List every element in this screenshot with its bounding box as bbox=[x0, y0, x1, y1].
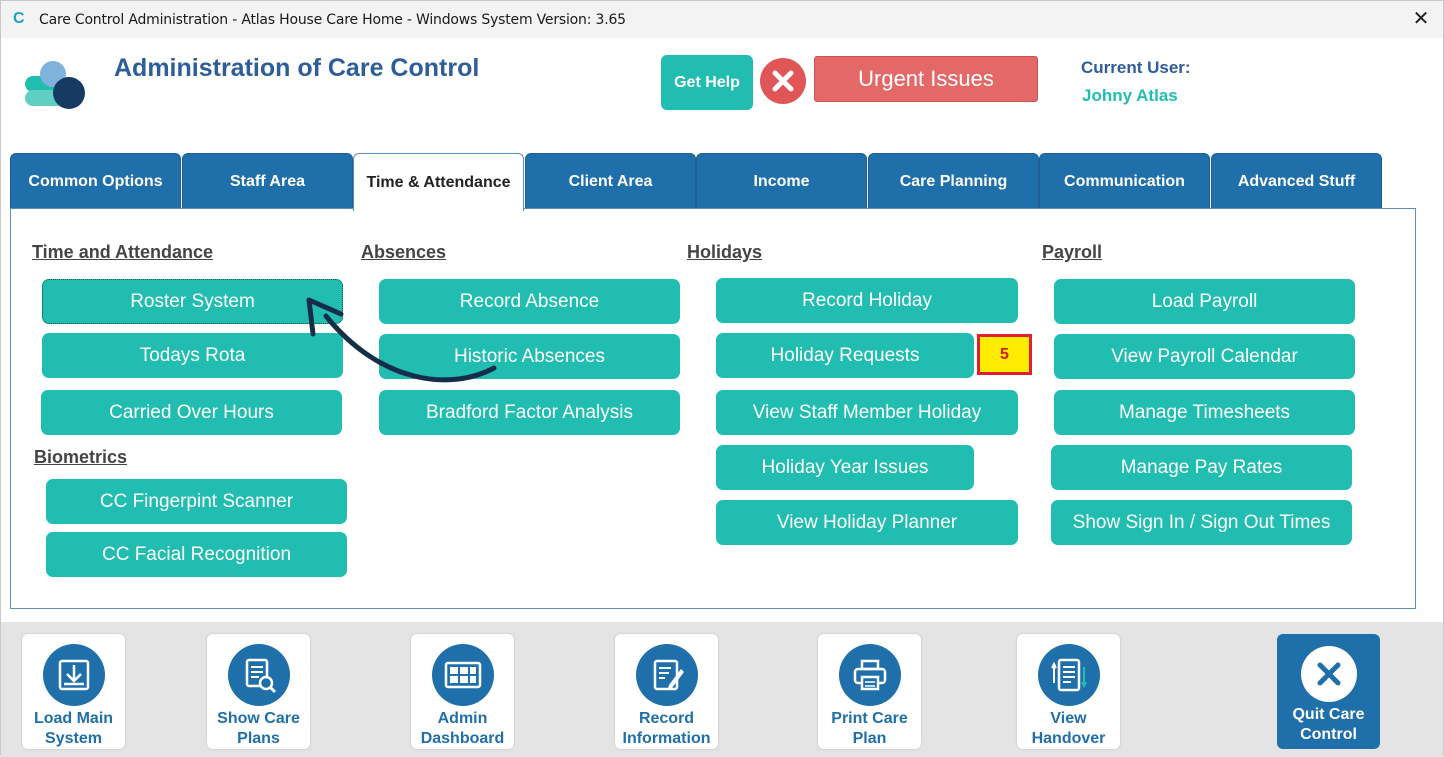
admin-dashboard-button[interactable]: Admin Dashboard bbox=[411, 634, 514, 749]
title-bar: C Care Control Administration - Atlas Ho… bbox=[1, 1, 1443, 38]
section-title-biometrics: Biometrics bbox=[34, 447, 128, 467]
tab-common-options[interactable]: Common Options bbox=[10, 153, 181, 210]
todays-rota-button[interactable]: Todays Rota bbox=[42, 333, 343, 378]
download-icon bbox=[42, 644, 105, 706]
app-logo-icon: C bbox=[13, 10, 25, 27]
care-control-logo bbox=[25, 61, 85, 109]
dashboard-icon bbox=[431, 644, 494, 706]
page-title: Administration of Care Control bbox=[114, 54, 480, 82]
footer-label-line1: Print Care bbox=[831, 710, 908, 727]
header: Administration of Care Control Get Help … bbox=[1, 38, 1443, 146]
footer-label-line1: Load Main bbox=[33, 710, 114, 727]
edit-document-icon bbox=[635, 644, 698, 706]
current-user-label: Current User: bbox=[1081, 58, 1191, 77]
section-title-absences: Absences bbox=[361, 242, 447, 262]
footer-label-line2: Information bbox=[622, 730, 711, 747]
footer-label-line2: System bbox=[45, 730, 102, 747]
app-window: C Care Control Administration - Atlas Ho… bbox=[0, 0, 1444, 757]
close-circle-icon bbox=[1300, 646, 1357, 702]
roster-system-button[interactable]: Roster System bbox=[42, 279, 343, 324]
footer-label-line2: Plans bbox=[237, 730, 280, 747]
record-holiday-button[interactable]: Record Holiday bbox=[716, 278, 1018, 323]
view-staff-holiday-button[interactable]: View Staff Member Holiday bbox=[716, 390, 1018, 435]
footer-label-line1: Admin bbox=[437, 710, 488, 727]
section-title-holidays: Holidays bbox=[687, 242, 763, 262]
load-main-system-button[interactable]: Load Main System bbox=[22, 634, 125, 749]
footer-label-line1: Record bbox=[638, 710, 695, 727]
quit-label-line2: Control bbox=[1300, 726, 1357, 743]
holiday-requests-button[interactable]: Holiday Requests bbox=[716, 333, 974, 378]
handover-list-icon bbox=[1037, 644, 1100, 706]
tab-advanced-stuff[interactable]: Advanced Stuff bbox=[1211, 153, 1382, 210]
tab-income[interactable]: Income bbox=[696, 153, 867, 210]
tab-communication[interactable]: Communication bbox=[1039, 153, 1210, 210]
load-payroll-button[interactable]: Load Payroll bbox=[1054, 279, 1355, 324]
historic-absences-button[interactable]: Historic Absences bbox=[379, 334, 680, 379]
bradford-factor-button[interactable]: Bradford Factor Analysis bbox=[379, 390, 680, 435]
urgent-issues-button[interactable]: Urgent Issues bbox=[814, 56, 1038, 102]
printer-icon bbox=[838, 644, 901, 706]
show-care-plans-button[interactable]: Show Care Plans bbox=[207, 634, 310, 749]
manage-timesheets-button[interactable]: Manage Timesheets bbox=[1054, 390, 1355, 435]
close-window-button[interactable]: ✕ bbox=[1409, 7, 1433, 31]
document-search-icon bbox=[227, 644, 290, 706]
fingerprint-scanner-button[interactable]: CC Fingerpint Scanner bbox=[46, 479, 347, 524]
footer-label-line1: Show Care bbox=[217, 710, 300, 727]
view-handover-button[interactable]: View Handover bbox=[1017, 634, 1120, 749]
footer-label-line1: View bbox=[1050, 710, 1087, 727]
footer-label-line2: Plan bbox=[852, 730, 887, 747]
print-care-plan-button[interactable]: Print Care Plan bbox=[818, 634, 921, 749]
holiday-year-issues-button[interactable]: Holiday Year Issues bbox=[716, 445, 974, 490]
tab-staff-area[interactable]: Staff Area bbox=[182, 153, 353, 210]
record-absence-button[interactable]: Record Absence bbox=[379, 279, 680, 324]
tab-care-planning[interactable]: Care Planning bbox=[868, 153, 1039, 210]
footer-label-line2: Dashboard bbox=[420, 730, 505, 747]
holiday-requests-count-badge: 5 bbox=[977, 334, 1032, 375]
record-information-button[interactable]: Record Information bbox=[615, 634, 718, 749]
view-holiday-planner-button[interactable]: View Holiday Planner bbox=[716, 500, 1018, 545]
quit-label-line1: Quit Care bbox=[1292, 706, 1365, 723]
cancel-icon[interactable] bbox=[760, 58, 806, 104]
tab-client-area[interactable]: Client Area bbox=[525, 153, 696, 210]
window-title: Care Control Administration - Atlas Hous… bbox=[39, 12, 626, 28]
tab-bar: Common Options Staff Area Time & Attenda… bbox=[10, 153, 1410, 211]
carried-over-hours-button[interactable]: Carried Over Hours bbox=[41, 390, 342, 435]
facial-recognition-button[interactable]: CC Facial Recognition bbox=[46, 532, 347, 577]
sign-in-out-times-button[interactable]: Show Sign In / Sign Out Times bbox=[1051, 500, 1352, 545]
quit-care-control-button[interactable]: Quit Care Control bbox=[1277, 634, 1380, 749]
manage-pay-rates-button[interactable]: Manage Pay Rates bbox=[1051, 445, 1352, 490]
tab-time-attendance[interactable]: Time & Attendance bbox=[353, 153, 524, 211]
current-user-name: Johny Atlas bbox=[1082, 86, 1178, 105]
get-help-button[interactable]: Get Help bbox=[661, 55, 753, 110]
view-payroll-calendar-button[interactable]: View Payroll Calendar bbox=[1054, 334, 1355, 379]
footer-label-line2: Handover bbox=[1031, 730, 1106, 747]
section-title-time-attendance: Time and Attendance bbox=[32, 242, 214, 262]
section-title-payroll: Payroll bbox=[1042, 242, 1103, 262]
